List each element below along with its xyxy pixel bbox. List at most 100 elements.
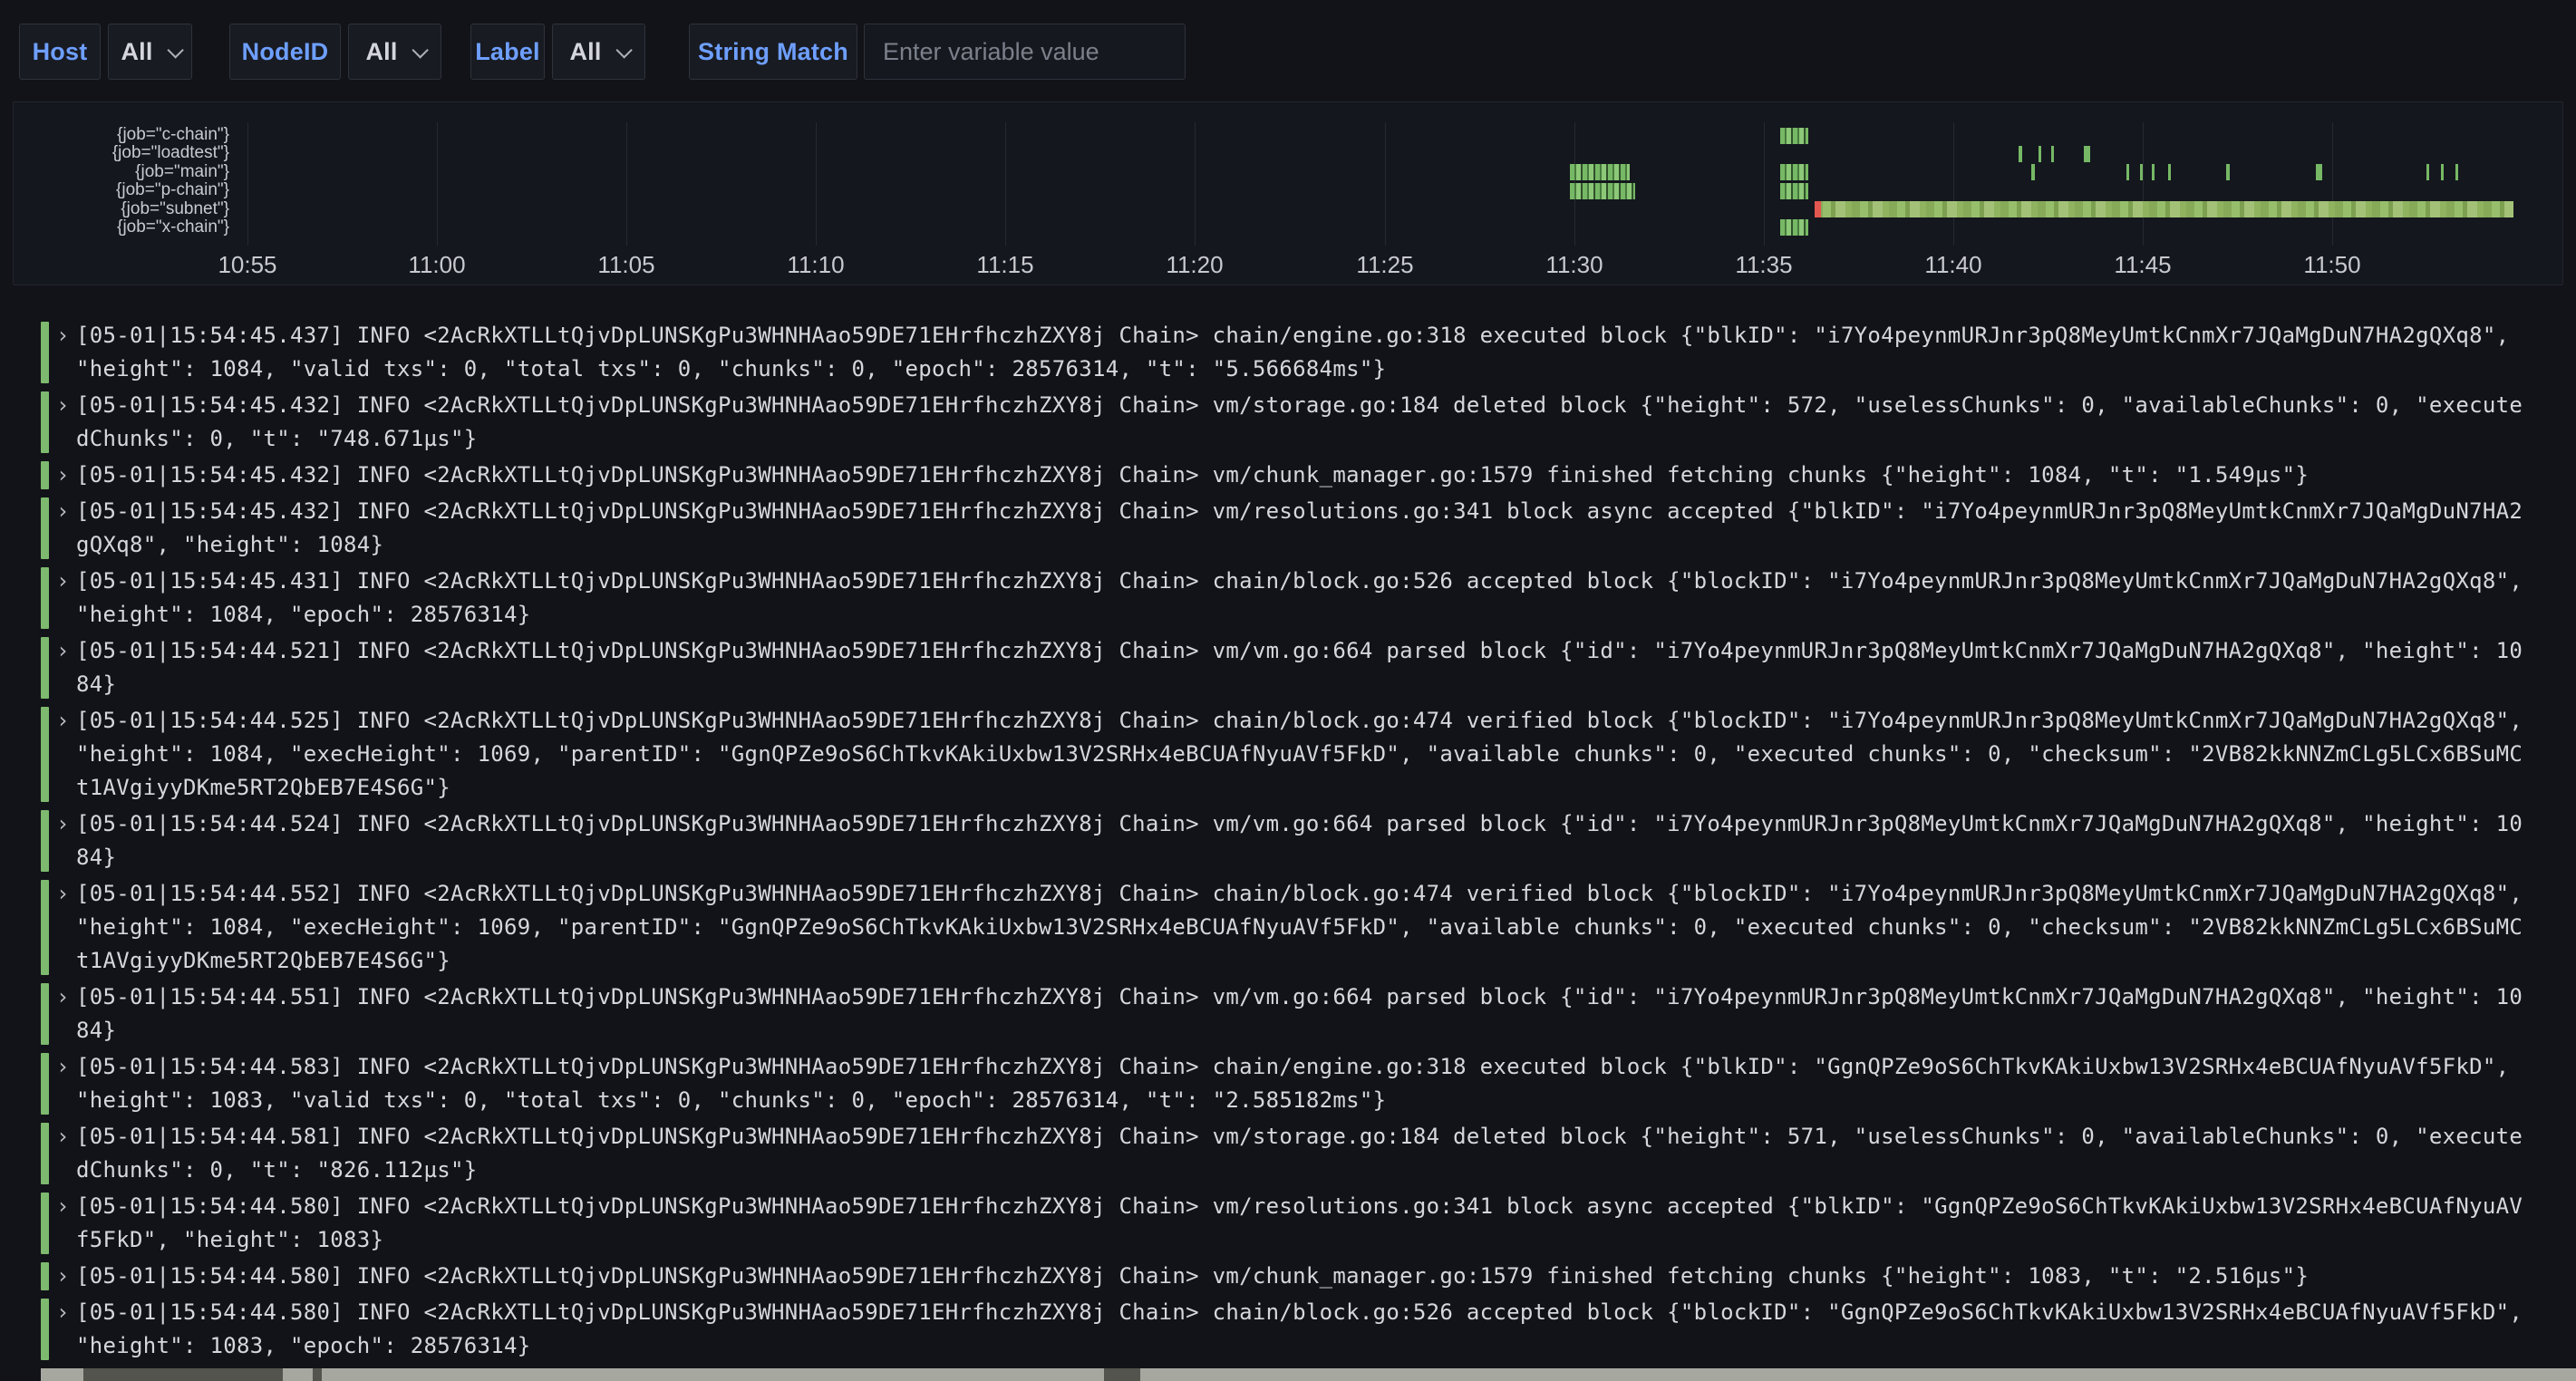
host-variable-value: All bbox=[121, 38, 152, 66]
log-level-bar bbox=[41, 497, 49, 559]
log-volume-mark bbox=[2019, 146, 2022, 162]
log-level-bar bbox=[41, 1123, 49, 1184]
log-line: 84} bbox=[76, 1014, 2576, 1048]
log-level-bar bbox=[41, 810, 49, 872]
log-line: [05-01|15:54:44.580] INFO <2AcRkXTLLtQjv… bbox=[76, 1260, 2576, 1293]
log-line: "height": 1083, "valid txs": 0, "total t… bbox=[76, 1084, 2576, 1117]
expand-chevron-icon[interactable]: › bbox=[56, 877, 69, 911]
expand-chevron-icon[interactable]: › bbox=[56, 1120, 69, 1154]
chevron-down-icon bbox=[167, 42, 183, 58]
log-line: dChunks": 0, "t": "826.112µs"} bbox=[76, 1154, 2576, 1187]
log-volume-timeline-panel[interactable]: {job="c-chain"} {job="loadtest"} {job="m… bbox=[13, 101, 2563, 285]
log-row[interactable]: ›[05-01|15:54:44.581] INFO <2AcRkXTLLtQj… bbox=[0, 1120, 2576, 1187]
log-level-bar bbox=[41, 637, 49, 699]
log-volume-mark bbox=[1570, 164, 1630, 180]
log-rows-list: ›[05-01|15:54:45.437] INFO <2AcRkXTLLtQj… bbox=[0, 319, 2576, 1366]
nodeid-variable-value: All bbox=[365, 38, 397, 66]
time-tick-label: 11:35 bbox=[1723, 251, 1805, 279]
log-line: [05-01|15:54:44.524] INFO <2AcRkXTLLtQjv… bbox=[76, 807, 2576, 841]
log-line: 84} bbox=[76, 841, 2576, 874]
log-level-bar bbox=[41, 983, 49, 1045]
log-row[interactable]: ›[05-01|15:54:44.551] INFO <2AcRkXTLLtQj… bbox=[0, 980, 2576, 1048]
expand-chevron-icon[interactable]: › bbox=[56, 1050, 69, 1084]
log-level-bar bbox=[41, 1193, 49, 1254]
time-tick-label: 11:15 bbox=[964, 251, 1046, 279]
log-volume-mark bbox=[1780, 183, 1808, 199]
log-level-bar bbox=[41, 567, 49, 629]
log-line: [05-01|15:54:44.583] INFO <2AcRkXTLLtQjv… bbox=[76, 1050, 2576, 1084]
time-gridline bbox=[626, 122, 627, 246]
time-gridline bbox=[437, 122, 438, 246]
log-row[interactable]: ›[05-01|15:54:44.552] INFO <2AcRkXTLLtQj… bbox=[0, 877, 2576, 978]
log-row[interactable]: ›[05-01|15:54:44.521] INFO <2AcRkXTLLtQj… bbox=[0, 634, 2576, 701]
log-volume-mark bbox=[2039, 146, 2041, 162]
time-gridline bbox=[2143, 122, 2144, 246]
log-level-bar bbox=[41, 1299, 49, 1360]
log-level-bar bbox=[41, 707, 49, 802]
log-row[interactable]: ›[05-01|15:54:44.525] INFO <2AcRkXTLLtQj… bbox=[0, 704, 2576, 805]
log-row[interactable]: ›[05-01|15:54:45.432] INFO <2AcRkXTLLtQj… bbox=[0, 389, 2576, 456]
log-row[interactable]: ›[05-01|15:54:45.432] INFO <2AcRkXTLLtQj… bbox=[0, 495, 2576, 562]
time-tick-label: 10:55 bbox=[207, 251, 288, 279]
error-segment bbox=[1815, 201, 1821, 217]
expand-chevron-icon[interactable]: › bbox=[56, 807, 69, 841]
host-variable-dropdown[interactable]: All bbox=[108, 24, 192, 80]
timeline-series-labels: {job="c-chain"} {job="loadtest"} {job="m… bbox=[14, 126, 229, 237]
log-line: [05-01|15:54:44.581] INFO <2AcRkXTLLtQjv… bbox=[76, 1120, 2576, 1154]
log-volume-mark bbox=[1815, 201, 2513, 217]
expand-chevron-icon[interactable]: › bbox=[56, 459, 69, 492]
log-volume-mark bbox=[2031, 164, 2035, 180]
chevron-down-icon bbox=[412, 42, 428, 58]
log-line: "height": 1084, "execHeight": 1069, "par… bbox=[76, 911, 2576, 944]
time-gridline bbox=[1385, 122, 1386, 246]
log-line: [05-01|15:54:45.432] INFO <2AcRkXTLLtQjv… bbox=[76, 459, 2576, 492]
time-tick-label: 11:50 bbox=[2291, 251, 2373, 279]
log-volume-mark bbox=[1780, 219, 1808, 236]
time-gridline bbox=[1005, 122, 1006, 246]
log-line: [05-01|15:54:45.432] INFO <2AcRkXTLLtQjv… bbox=[76, 389, 2576, 422]
log-volume-mark bbox=[2140, 164, 2143, 180]
log-line: 84} bbox=[76, 668, 2576, 701]
log-row[interactable]: ›[05-01|15:54:45.437] INFO <2AcRkXTLLtQj… bbox=[0, 319, 2576, 386]
string-match-input[interactable] bbox=[864, 24, 1186, 80]
log-line: [05-01|15:54:44.551] INFO <2AcRkXTLLtQjv… bbox=[76, 980, 2576, 1014]
time-gridline bbox=[1764, 122, 1765, 246]
expand-chevron-icon[interactable]: › bbox=[56, 1190, 69, 1223]
label-variable-dropdown[interactable]: All bbox=[552, 24, 645, 80]
time-tick-label: 11:45 bbox=[2102, 251, 2184, 279]
log-volume-mark bbox=[2441, 164, 2444, 180]
expand-chevron-icon[interactable]: › bbox=[56, 565, 69, 598]
log-volume-mark bbox=[2168, 164, 2171, 180]
log-line: "height": 1084, "valid txs": 0, "total t… bbox=[76, 352, 2576, 386]
expand-chevron-icon[interactable]: › bbox=[56, 634, 69, 668]
log-row[interactable]: ›[05-01|15:54:44.580] INFO <2AcRkXTLLtQj… bbox=[0, 1260, 2576, 1293]
expand-chevron-icon[interactable]: › bbox=[56, 1296, 69, 1329]
log-line: "height": 1084, "epoch": 28576314} bbox=[76, 598, 2576, 632]
log-volume-mark bbox=[2226, 164, 2230, 180]
log-line: "height": 1083, "epoch": 28576314} bbox=[76, 1329, 2576, 1363]
log-row[interactable]: ›[05-01|15:54:44.583] INFO <2AcRkXTLLtQj… bbox=[0, 1050, 2576, 1117]
nodeid-variable-dropdown[interactable]: All bbox=[348, 24, 441, 80]
expand-chevron-icon[interactable]: › bbox=[56, 980, 69, 1014]
grafana-dashboard: Host All NodeID All Label All String Mat… bbox=[0, 0, 2576, 1381]
log-line: t1AVgiyyDKme5RT2QbEB7E4S6G"} bbox=[76, 771, 2576, 805]
host-variable-label: Host bbox=[19, 24, 101, 80]
log-row[interactable]: ›[05-01|15:54:45.431] INFO <2AcRkXTLLtQj… bbox=[0, 565, 2576, 632]
log-volume-mark bbox=[2152, 164, 2155, 180]
time-tick-label: 11:05 bbox=[586, 251, 667, 279]
log-level-bar bbox=[41, 391, 49, 453]
time-tick-label: 11:30 bbox=[1534, 251, 1615, 279]
expand-chevron-icon[interactable]: › bbox=[56, 495, 69, 528]
log-line: [05-01|15:54:45.437] INFO <2AcRkXTLLtQjv… bbox=[76, 319, 2576, 352]
log-row[interactable]: ›[05-01|15:54:45.432] INFO <2AcRkXTLLtQj… bbox=[0, 459, 2576, 492]
log-line: gQXq8", "height": 1084} bbox=[76, 528, 2576, 562]
expand-chevron-icon[interactable]: › bbox=[56, 1260, 69, 1293]
expand-chevron-icon[interactable]: › bbox=[56, 704, 69, 738]
expand-chevron-icon[interactable]: › bbox=[56, 319, 69, 352]
log-row[interactable]: ›[05-01|15:54:44.524] INFO <2AcRkXTLLtQj… bbox=[0, 807, 2576, 874]
log-row[interactable]: ›[05-01|15:54:44.580] INFO <2AcRkXTLLtQj… bbox=[0, 1190, 2576, 1257]
expand-chevron-icon[interactable]: › bbox=[56, 389, 69, 422]
log-row[interactable]: ›[05-01|15:54:44.580] INFO <2AcRkXTLLtQj… bbox=[0, 1296, 2576, 1363]
string-match-variable-label: String Match bbox=[689, 24, 857, 80]
log-volume-mark bbox=[2051, 146, 2054, 162]
